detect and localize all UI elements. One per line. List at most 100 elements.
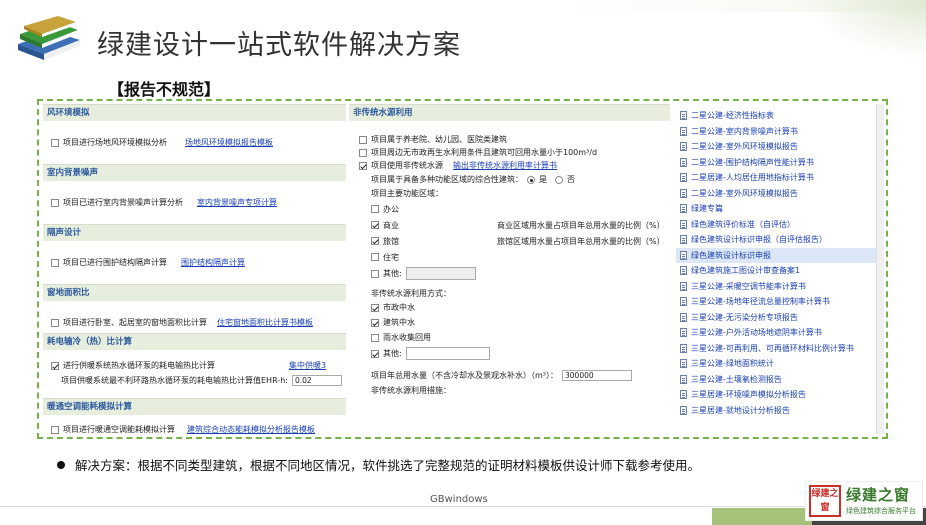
list-item[interactable]: 三星公建-户外活动场地遮阴率计算书 [676, 325, 884, 341]
document-icon [680, 297, 687, 307]
main-area-label: 项目主要功能区域： [371, 189, 443, 198]
noise-label: 项目已进行室内背景噪声计算分析 [63, 198, 183, 207]
source-checkbox[interactable] [371, 333, 379, 342]
window-ratio-checkbox[interactable] [51, 318, 59, 327]
source-checkbox[interactable] [371, 318, 379, 327]
list-item-label: 二星公建-经济性指标表 [691, 111, 774, 120]
document-icon [680, 235, 687, 245]
document-icon [680, 328, 687, 338]
list-item[interactable]: 绿色建筑设计标识申报（自评估报告） [676, 232, 884, 248]
hvac-energy-checkbox[interactable] [51, 425, 59, 434]
water-calc-link[interactable]: 输出非传统水源利用率计算书 [453, 159, 557, 173]
list-item[interactable]: 二星居建-人均居住用地指标计算书 [676, 170, 884, 186]
area-checkbox[interactable] [371, 269, 379, 278]
insulation-checkbox[interactable] [51, 258, 59, 267]
analysis-panel: 风环境模拟 项目进行场地风环境模拟分析 场地风环境模拟报告模板 室内背景噪声 项… [43, 104, 346, 434]
area-checkbox[interactable] [371, 205, 379, 213]
document-icon [680, 126, 687, 136]
ehr-value-label: 项目供暖系统最不利环路热水循环泵的耗电输热比计算值EHR-h: [61, 376, 288, 385]
footer-divider [0, 506, 926, 507]
yes-radio[interactable] [527, 176, 535, 184]
water-item: 项目属于养老院、幼儿园、医院类建筑 [349, 133, 670, 146]
document-icon [680, 390, 687, 400]
list-item-label: 二星居建-人均居住用地指标计算书 [691, 173, 814, 182]
list-item[interactable]: 三星公建-场地年径流总量控制率计算书 [676, 294, 884, 310]
ehr-label: 进行供暖系统热水循环泵的耗电输热比计算 [63, 361, 215, 370]
document-icon [680, 250, 687, 260]
list-item-label: 二星公建-围护结构隔声性能计算书 [691, 157, 814, 167]
list-item[interactable]: 三星公建-绿地面积统计 [676, 356, 884, 372]
list-item[interactable]: 三星公建-土壤氡检测报告 [676, 372, 884, 388]
area-checkbox[interactable] [371, 253, 379, 261]
source-item-label: 市政中水 [383, 303, 415, 312]
list-item[interactable]: 三星公建-无污染分析专项报告 [676, 310, 884, 326]
yes-label: 是 [539, 175, 547, 184]
solution-note: 解决方案：根据不同类型建筑，根据不同地区情况，软件挑选了完整规范的证明材料模板供… [57, 455, 700, 474]
noise-checkbox[interactable] [51, 198, 59, 207]
no-radio[interactable] [555, 176, 563, 184]
corner-decoration [806, 0, 926, 60]
ehr-link[interactable]: 集中供暖3 [289, 358, 326, 373]
noise-calc-link[interactable]: 室内背景噪声专项计算 [197, 195, 277, 210]
list-item[interactable]: 绿色建筑设计标识申报 [676, 247, 884, 263]
list-item[interactable]: 绿建专篇 [676, 201, 884, 217]
ehr-checkbox[interactable] [51, 361, 59, 370]
area-checkbox[interactable] [371, 221, 379, 229]
annual-row: 项目年总用水量（不含冷却水及景观水补水）（m³）： 300000 [349, 368, 670, 383]
water-item-checkbox[interactable] [359, 148, 367, 157]
area-ratio-label: 旅馆区域用水量占项目年总用水量的比例（%） [497, 236, 665, 246]
list-item-label: 二星公建-室外风环境模拟报告 [691, 188, 798, 198]
scrollbar[interactable] [876, 104, 884, 434]
ehr-value-input[interactable]: 0.02 [291, 375, 342, 386]
document-icon [680, 343, 687, 353]
solution-text: 解决方案：根据不同类型建筑，根据不同地区情况，软件挑选了完整规范的证明材料模板供… [75, 458, 701, 473]
source-checkbox[interactable] [371, 349, 379, 358]
section-header-water: 非传统水源利用 [349, 104, 670, 121]
noise-row: 项目已进行室内背景噪声计算分析 室内背景噪声专项计算 [43, 195, 346, 210]
document-icon [680, 281, 687, 291]
window-ratio-row: 项目进行卧室、起居室的窗地面积比计算 住宅窗地面积比计算书模板 [43, 315, 346, 330]
hvac-energy-link[interactable]: 建筑综合动态能耗模拟分析报告模板 [187, 422, 315, 434]
list-item[interactable]: 绿色建筑评价标准（自评估） [676, 217, 884, 233]
list-item[interactable]: 绿色建筑施工图设计审查备案1 [676, 263, 884, 279]
section-header-sound-insulation: 隔声设计 [43, 224, 346, 241]
list-item[interactable]: 三星居建-就地设计分析报告 [676, 403, 884, 419]
no-label: 否 [567, 175, 575, 184]
list-item[interactable]: 二星公建-室外风环境模拟报告 [676, 139, 884, 155]
source-other-input[interactable] [405, 347, 490, 360]
wind-report-link[interactable]: 场地风环境模拟报告模板 [185, 135, 273, 150]
list-item[interactable]: 二星公建-室外风环境模拟报告 [676, 186, 884, 202]
window-ratio-link[interactable]: 住宅窗地面积比计算书模板 [217, 315, 313, 330]
water-item-checkbox[interactable] [359, 162, 367, 170]
logo-text: 绿建之窗 [846, 486, 911, 504]
source-row: 其他: [349, 345, 670, 362]
wind-checkbox[interactable] [51, 138, 59, 147]
section-header-hvac-energy: 暖通空调能耗模拟计算 [43, 398, 346, 415]
list-item[interactable]: 二星公建-经济性指标表 [676, 108, 884, 124]
annual-input[interactable]: 300000 [562, 370, 632, 381]
section-header-wind: 风环境模拟 [43, 104, 346, 121]
section-header-ehr: 耗电输冷（热）比计算 [43, 333, 346, 350]
list-item[interactable]: 三星居建-环境噪声模拟分析报告 [676, 387, 884, 403]
list-item[interactable]: 三星公建-采暖空调节能率计算书 [676, 279, 884, 295]
area-row: 商业 商业区域用水量占项目年总用水量的比例（%） [349, 217, 670, 233]
logo-subtitle: 绿色建筑综合服务平台 [846, 507, 916, 515]
list-item-label: 三星居建-就地设计分析报告 [691, 405, 790, 415]
list-item-label: 绿色建筑施工图设计审查备案1 [691, 266, 801, 275]
list-item[interactable]: 二星公建-室内背景噪声计算书 [676, 124, 884, 140]
books-icon [18, 16, 80, 60]
list-item[interactable]: 三星公建-可再利用、可再循环材料比例计算书 [676, 341, 884, 357]
area-checkbox[interactable] [371, 237, 379, 245]
area-label: 商业 [383, 220, 399, 230]
document-icon [680, 157, 687, 167]
area-other-input[interactable] [405, 267, 476, 280]
source-checkbox[interactable] [371, 303, 379, 312]
footer-bar-green [712, 508, 812, 525]
water-item-checkbox[interactable] [359, 135, 367, 144]
document-icon [680, 266, 687, 276]
insulation-calc-link[interactable]: 围护结构隔声计算 [181, 255, 245, 270]
area-row: 住宅 [349, 249, 670, 265]
annual-label: 项目年总用水量（不含冷却水及景观水补水）（m³）： [371, 371, 558, 380]
list-item[interactable]: 二星公建-围护结构隔声性能计算书 [676, 155, 884, 171]
hvac-energy-label: 项目进行暖通空调能耗模拟计算 [63, 425, 175, 434]
